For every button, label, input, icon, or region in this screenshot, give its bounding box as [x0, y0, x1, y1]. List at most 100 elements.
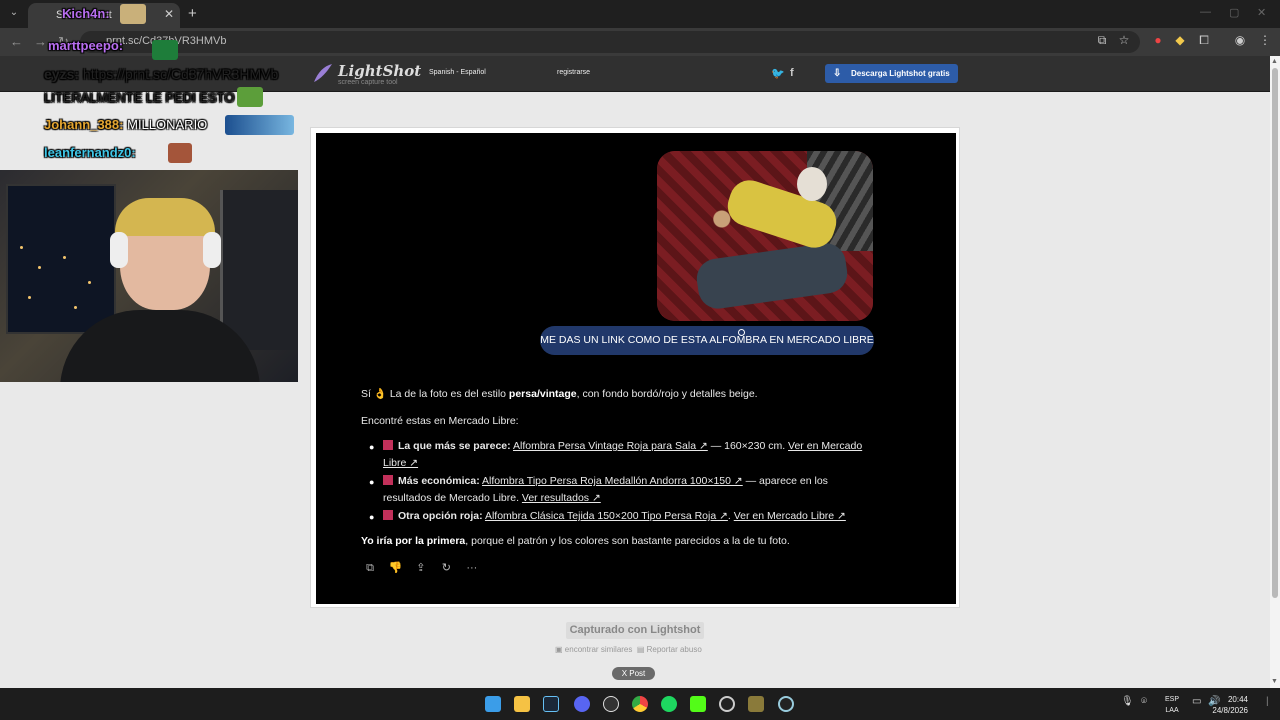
regenerate-icon[interactable]: ↻ — [438, 561, 454, 574]
mercado-libre-link[interactable]: Ver en Mercado Libre ↗ — [734, 510, 846, 522]
emote-image — [225, 115, 294, 135]
monitor-background — [220, 190, 298, 350]
windows-start-icon[interactable] — [485, 696, 501, 712]
product-link[interactable]: Alfombra Persa Vintage Roja para Sala ↗ — [513, 440, 708, 452]
share-icon[interactable]: ⇪ — [413, 561, 429, 574]
chat-text: https://prnt.sc/Cd37hVR3HMVb — [82, 66, 279, 82]
reply-closing: Yo iría por la primera, porque el patrón… — [361, 535, 790, 547]
steam-icon[interactable] — [543, 696, 559, 712]
emote-image — [237, 87, 263, 107]
results-link[interactable]: Ver resultados ↗ — [522, 492, 601, 504]
show-desktop-icon[interactable]: | — [1266, 696, 1269, 707]
download-button[interactable]: ⇩ Descarga Lightshot gratis — [825, 64, 958, 83]
feather-icon — [314, 64, 332, 82]
closing-bold: Yo iría por la primera — [361, 535, 466, 547]
obs-icon[interactable] — [603, 696, 619, 712]
image-actions: ▣ encontrar similares ▤ Reportar abuso — [555, 645, 702, 654]
user-message-bubble: ME DAS UN LINK COMO DE ESTA ALFOMBRA EN … — [540, 326, 874, 355]
find-similar-link[interactable]: encontrar similares — [565, 645, 633, 654]
headphones-left — [110, 232, 128, 268]
emote-image — [168, 143, 192, 163]
closing-text: , porque el patrón y los colores son bas… — [465, 535, 790, 547]
item-label: Otra opción roja: — [398, 510, 483, 522]
lightshot-logo[interactable]: LightShot screen capture tool — [312, 62, 421, 86]
network-icon[interactable]: ⌾ — [1141, 696, 1147, 707]
kick-icon[interactable] — [690, 696, 706, 712]
spotify-icon[interactable] — [661, 696, 677, 712]
windows-taskbar: 🎙 ⌾ ESP LAA ▭ 🔊 20:44 24/8/2026 | — [0, 688, 1280, 720]
app-icon[interactable] — [778, 696, 794, 712]
install-app-icon[interactable]: ⧉ — [1095, 33, 1109, 47]
language-select[interactable]: Spanish - Español — [429, 69, 486, 76]
image-search-icon: ▣ — [555, 645, 563, 654]
report-abuse-link[interactable]: Reportar abuso — [647, 645, 702, 654]
screenshot-image[interactable]: ME DAS UN LINK COMO DE ESTA ALFOMBRA EN … — [316, 133, 956, 604]
minimize-icon[interactable]: — — [1200, 6, 1211, 18]
display-icon[interactable]: ▭ — [1192, 696, 1201, 707]
browser-toolbar: ← → ↻ prnt.sc/Cd37hVR3HMVb ⧉ ☆ ● ◆ ⧠ ◉ ⋮ — [0, 28, 1280, 56]
address-bar[interactable]: prnt.sc/Cd37hVR3HMVb — [80, 31, 1140, 53]
close-icon[interactable]: ✕ — [164, 7, 174, 21]
chrome-icon[interactable] — [632, 696, 648, 712]
discord-icon[interactable] — [574, 696, 590, 712]
scroll-thumb[interactable] — [1272, 68, 1278, 598]
profile-avatar[interactable]: ◉ — [1233, 33, 1247, 47]
tab-search-icon[interactable]: ⌄ — [6, 5, 22, 21]
download-label: Descarga Lightshot gratis — [851, 69, 950, 78]
product-link[interactable]: Alfombra Tipo Persa Roja Medallón Andorr… — [482, 475, 743, 487]
page-scrollbar[interactable]: ▲ ▼ — [1270, 56, 1280, 688]
menu-dots-icon[interactable]: ⋮ — [1258, 33, 1272, 47]
chat-username: Johann_388: — [44, 117, 124, 132]
intro-text: , con fondo bordó/rojo y detalles beige. — [576, 388, 758, 400]
input-language[interactable]: ESP LAA — [1165, 694, 1179, 716]
red-square-icon — [383, 510, 393, 520]
clock-date: 24/8/2026 — [1212, 706, 1248, 715]
scroll-down-icon[interactable]: ▼ — [1271, 678, 1278, 685]
window-close-icon[interactable]: ✕ — [1257, 6, 1266, 19]
back-icon[interactable]: ← — [10, 34, 23, 49]
new-tab-icon[interactable]: + — [188, 5, 197, 22]
app-icon[interactable] — [719, 696, 735, 712]
x-post-button[interactable]: X Post — [612, 667, 655, 680]
report-icon: ▤ — [636, 645, 645, 654]
emote-image — [120, 4, 146, 24]
chat-username: marttpeepo: — [48, 38, 124, 53]
reply-intro: Sí 👌 La de la foto es del estilo persa/v… — [361, 387, 758, 400]
twitter-icon[interactable]: 🐦 — [771, 67, 785, 80]
extensions-puzzle-icon[interactable]: ⧠ — [1197, 33, 1211, 47]
browser-tabstrip: ⌄ Screenshot ✕ + — ▢ ✕ — [0, 0, 1280, 28]
register-link[interactable]: registrarse — [557, 69, 590, 76]
extension-icon[interactable]: ● — [1151, 33, 1165, 47]
list-item: La que más se parece: Alfombra Persa Vin… — [383, 438, 863, 472]
scroll-up-icon[interactable]: ▲ — [1271, 58, 1278, 65]
list-item: Otra opción roja: Alfombra Clásica Tejid… — [383, 508, 863, 525]
facebook-icon[interactable]: f — [790, 67, 794, 79]
item-label: La que más se parece: — [398, 440, 511, 452]
microphone-icon[interactable]: 🎙 — [1121, 696, 1134, 707]
forward-icon[interactable]: → — [34, 34, 47, 49]
more-icon[interactable]: ··· — [464, 562, 480, 574]
item-text: — 160×230 cm. — [707, 440, 789, 452]
extension-icon[interactable]: ◆ — [1173, 33, 1187, 47]
bookmark-star-icon[interactable]: ☆ — [1117, 33, 1131, 47]
bullet-icon: ● — [369, 477, 375, 487]
feedback-icon[interactable]: 👎 — [387, 561, 403, 574]
logo-subtitle: screen capture tool — [338, 79, 398, 86]
app-icon[interactable] — [748, 696, 764, 712]
emote-image — [152, 40, 178, 60]
chat-message: marttpeepo: — [48, 38, 123, 53]
red-square-icon — [383, 475, 393, 485]
product-link[interactable]: Alfombra Clásica Tejida 150×200 Tipo Per… — [485, 510, 728, 522]
copy-icon[interactable]: ⧉ — [362, 562, 378, 575]
red-square-icon — [383, 440, 393, 450]
system-clock[interactable]: 20:44 24/8/2026 — [1212, 694, 1248, 716]
file-explorer-icon[interactable] — [514, 696, 530, 712]
lang-layout: LAA — [1165, 707, 1179, 714]
cursor-icon — [738, 329, 745, 336]
photo-person-head — [797, 167, 827, 201]
chat-message: Kich4n: — [62, 6, 110, 21]
chat-text: MILLONARIO — [127, 117, 208, 132]
download-icon: ⇩ — [833, 68, 842, 79]
chat-message: eyzs: https://prnt.sc/Cd37hVR3HMVb — [44, 66, 278, 82]
maximize-icon[interactable]: ▢ — [1229, 6, 1239, 19]
